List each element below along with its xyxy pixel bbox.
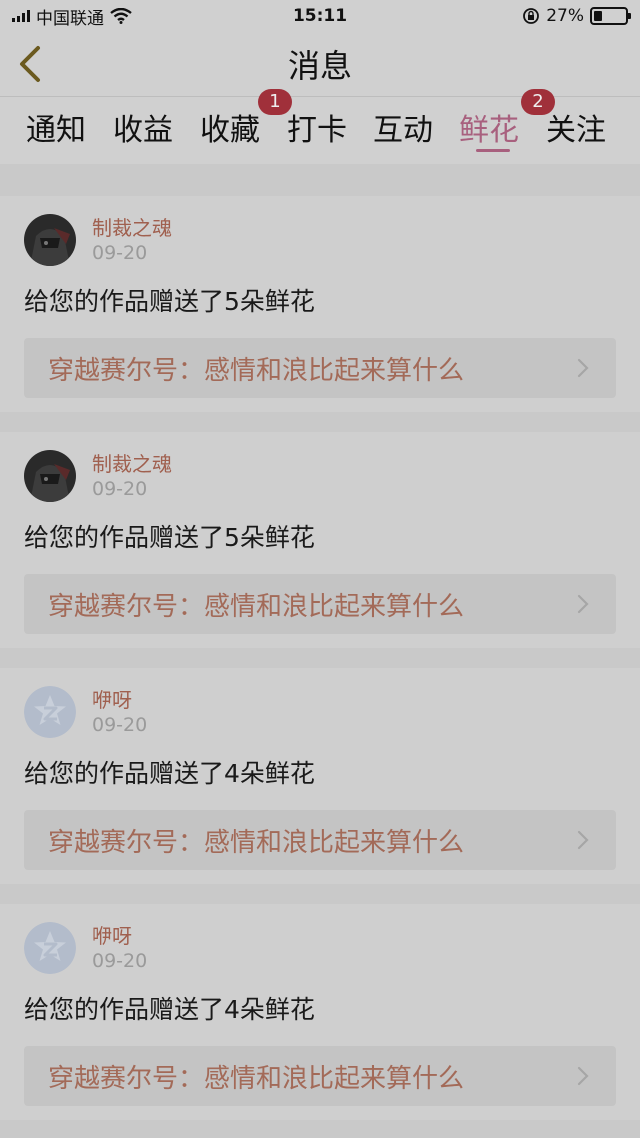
message-card: 制裁之魂 09-20 给您的作品赠送了5朵鲜花 穿越赛尔号：感情和浪比起来算什么 bbox=[0, 196, 640, 412]
tab-checkin[interactable]: 打卡 bbox=[287, 105, 347, 149]
work-title: 穿越赛尔号：感情和浪比起来算什么 bbox=[48, 1063, 465, 1094]
work-link[interactable]: 穿越赛尔号：感情和浪比起来算什么 bbox=[24, 810, 616, 870]
message-date: 09-20 bbox=[92, 242, 148, 264]
message-card: 咿呀 09-20 给您的作品赠送了4朵鲜花 穿越赛尔号：感情和浪比起来算什么 bbox=[0, 668, 640, 884]
tab-flowers[interactable]: 鲜花 2 bbox=[459, 89, 555, 149]
tab-earnings[interactable]: 收益 bbox=[113, 105, 173, 149]
tab-notifications[interactable]: 通知 bbox=[26, 105, 86, 149]
message-date: 09-20 bbox=[92, 714, 148, 736]
tab-bar: 通知 收益 收藏 1 打卡 互动 鲜花 2 关注 bbox=[0, 89, 640, 164]
work-title: 穿越赛尔号：感情和浪比起来算什么 bbox=[48, 827, 465, 858]
tab-following[interactable]: 关注 bbox=[546, 105, 606, 149]
active-tab-indicator bbox=[476, 149, 510, 152]
orientation-lock-icon bbox=[523, 8, 540, 24]
message-text: 给您的作品赠送了5朵鲜花 bbox=[24, 287, 315, 316]
tab-favorites[interactable]: 收藏 1 bbox=[200, 89, 292, 149]
carrier-label: 中国联通 bbox=[36, 8, 104, 29]
battery-percent: 27% bbox=[546, 6, 584, 26]
chevron-left-icon bbox=[20, 46, 40, 82]
work-title: 穿越赛尔号：感情和浪比起来算什么 bbox=[48, 591, 465, 622]
avatar[interactable] bbox=[24, 686, 76, 738]
avatar[interactable] bbox=[24, 922, 76, 974]
chevron-right-icon bbox=[577, 594, 589, 614]
username[interactable]: 咿呀 bbox=[92, 684, 132, 713]
message-text: 给您的作品赠送了4朵鲜花 bbox=[24, 995, 315, 1024]
message-card: 咿呀 09-20 给您的作品赠送了4朵鲜花 穿越赛尔号：感情和浪比起来算什么 bbox=[0, 904, 640, 1120]
page-title: 消息 bbox=[287, 47, 352, 85]
status-left: 中国联通 bbox=[12, 4, 132, 29]
status-right: 27% bbox=[522, 6, 631, 26]
avatar[interactable] bbox=[24, 450, 76, 502]
work-link[interactable]: 穿越赛尔号：感情和浪比起来算什么 bbox=[24, 1046, 616, 1106]
work-link[interactable]: 穿越赛尔号：感情和浪比起来算什么 bbox=[24, 574, 616, 634]
work-link[interactable]: 穿越赛尔号：感情和浪比起来算什么 bbox=[24, 338, 616, 398]
tab-interactions[interactable]: 互动 bbox=[373, 105, 433, 149]
work-title: 穿越赛尔号：感情和浪比起来算什么 bbox=[48, 355, 465, 386]
nav-bar: 消息 bbox=[0, 32, 640, 96]
username[interactable]: 制裁之魂 bbox=[92, 212, 172, 241]
username[interactable]: 制裁之魂 bbox=[92, 448, 172, 477]
message-date: 09-20 bbox=[92, 478, 148, 500]
chevron-right-icon bbox=[577, 830, 589, 850]
back-button[interactable] bbox=[12, 44, 48, 84]
avatar[interactable] bbox=[24, 214, 76, 266]
message-card: 制裁之魂 09-20 给您的作品赠送了5朵鲜花 穿越赛尔号：感情和浪比起来算什么 bbox=[0, 432, 640, 648]
status-bar: 中国联通 15:11 27% bbox=[0, 0, 640, 32]
message-date: 09-20 bbox=[92, 950, 148, 972]
message-text: 给您的作品赠送了5朵鲜花 bbox=[24, 523, 315, 552]
wifi-icon bbox=[110, 8, 132, 24]
battery-icon bbox=[590, 7, 631, 25]
chevron-right-icon bbox=[577, 358, 589, 378]
username[interactable]: 咿呀 bbox=[92, 920, 132, 949]
chevron-right-icon bbox=[577, 1066, 589, 1086]
signal-icon bbox=[12, 10, 30, 22]
message-text: 给您的作品赠送了4朵鲜花 bbox=[24, 759, 315, 788]
